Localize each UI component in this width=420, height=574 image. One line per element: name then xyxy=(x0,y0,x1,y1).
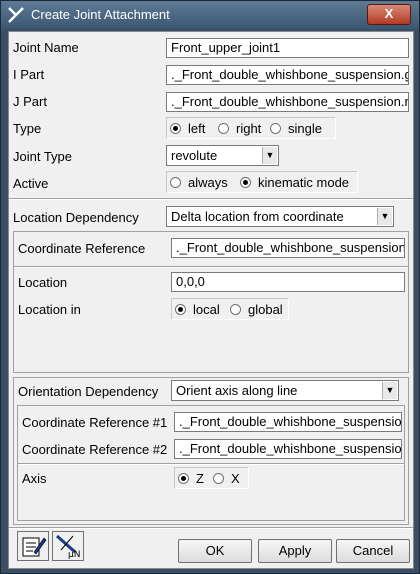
axis-radio-x[interactable]: X xyxy=(213,471,240,486)
chevron-down-icon[interactable]: ▼ xyxy=(262,147,277,164)
type-left-label: left xyxy=(188,121,206,136)
location-in-global-label: global xyxy=(248,302,283,317)
location-field[interactable]: 0,0,0 xyxy=(171,272,405,292)
friction-mu-text: μN xyxy=(68,550,80,560)
close-icon: X xyxy=(384,6,394,21)
orientation-dependency-value: Orient axis along line xyxy=(176,383,298,398)
j-part-field[interactable]: ._Front_double_whishbone_suspension.r xyxy=(166,92,409,112)
friction-button[interactable]: μN xyxy=(52,531,84,561)
location-in-radio-global[interactable]: global xyxy=(230,302,283,317)
joint-name-field[interactable]: Front_upper_joint1 xyxy=(166,38,409,58)
window-title: Create Joint Attachment xyxy=(31,7,170,22)
type-radio-group: left right single xyxy=(166,117,336,139)
separator xyxy=(9,527,413,529)
axis-radio-group: Z X xyxy=(174,467,249,489)
location-in-radio-local[interactable]: local xyxy=(175,302,220,317)
coord-ref-field[interactable]: ._Front_double_whishbone_suspension xyxy=(171,238,405,258)
dialog-window: Create Joint Attachment X Joint Name Fro… xyxy=(0,0,420,574)
separator xyxy=(14,266,408,268)
location-label: Location xyxy=(18,275,68,290)
type-single-label: single xyxy=(288,121,322,136)
title-bar[interactable]: Create Joint Attachment X xyxy=(1,1,419,29)
location-in-label: Location in xyxy=(18,302,81,317)
chevron-down-icon[interactable]: ▼ xyxy=(382,382,397,399)
axis-radio-z[interactable]: Z xyxy=(178,471,204,486)
separator xyxy=(18,463,404,465)
app-logo-icon xyxy=(7,6,25,24)
coord-ref-label: Coordinate Reference xyxy=(18,241,146,256)
type-right-label: right xyxy=(236,121,262,136)
apply-button[interactable]: Apply xyxy=(258,539,332,563)
type-radio-right[interactable]: right xyxy=(218,121,261,136)
coord-ref2-field[interactable]: ._Front_double_whishbone_suspensio xyxy=(174,439,402,459)
coord-ref1-label: Coordinate Reference #1 xyxy=(22,415,168,430)
chevron-down-icon[interactable]: ▼ xyxy=(377,208,392,225)
edit-notes-button[interactable] xyxy=(17,531,49,561)
joint-type-dropdown[interactable]: revolute ▼ xyxy=(166,145,279,166)
ok-button[interactable]: OK xyxy=(178,539,252,563)
active-radio-group: always kinematic mode xyxy=(166,171,358,193)
orientation-dependency-dropdown[interactable]: Orient axis along line ▼ xyxy=(171,380,399,401)
type-label: Type xyxy=(13,121,42,136)
active-radio-always[interactable]: always xyxy=(170,175,228,190)
i-part-label: I Part xyxy=(13,67,45,82)
i-part-field[interactable]: ._Front_double_whishbone_suspension.g xyxy=(166,65,409,85)
active-kinematic-label: kinematic mode xyxy=(258,175,350,190)
joint-name-label: Joint Name xyxy=(13,40,79,55)
location-in-radio-group: local global xyxy=(171,298,289,320)
location-dependency-label: Location Dependency xyxy=(13,210,139,225)
friction-mu-icon: μN xyxy=(56,534,80,560)
axis-x-label: X xyxy=(231,471,240,486)
active-always-label: always xyxy=(188,175,228,190)
dialog-body: Joint Name Front_upper_joint1 I Part ._F… xyxy=(8,31,414,569)
location-in-local-label: local xyxy=(193,302,220,317)
axis-z-label: Z xyxy=(196,471,204,486)
joint-type-label: Joint Type xyxy=(13,149,73,164)
type-radio-single[interactable]: single xyxy=(270,121,322,136)
axis-label: Axis xyxy=(22,471,47,486)
joint-type-value: revolute xyxy=(171,148,218,163)
separator xyxy=(9,198,413,200)
coord-ref1-field[interactable]: ._Front_double_whishbone_suspensio xyxy=(174,412,402,432)
edit-notes-icon xyxy=(22,537,47,557)
active-radio-kinematic[interactable]: kinematic mode xyxy=(240,175,349,190)
close-button[interactable]: X xyxy=(367,4,411,25)
location-dependency-value: Delta location from coordinate xyxy=(171,209,344,224)
cancel-button[interactable]: Cancel xyxy=(336,539,410,563)
coord-ref2-label: Coordinate Reference #2 xyxy=(22,442,168,457)
type-radio-left[interactable]: left xyxy=(170,121,205,136)
active-label: Active xyxy=(13,176,49,191)
location-dependency-dropdown[interactable]: Delta location from coordinate ▼ xyxy=(166,206,394,227)
orientation-dependency-label: Orientation Dependency xyxy=(18,384,159,399)
j-part-label: J Part xyxy=(13,94,47,109)
